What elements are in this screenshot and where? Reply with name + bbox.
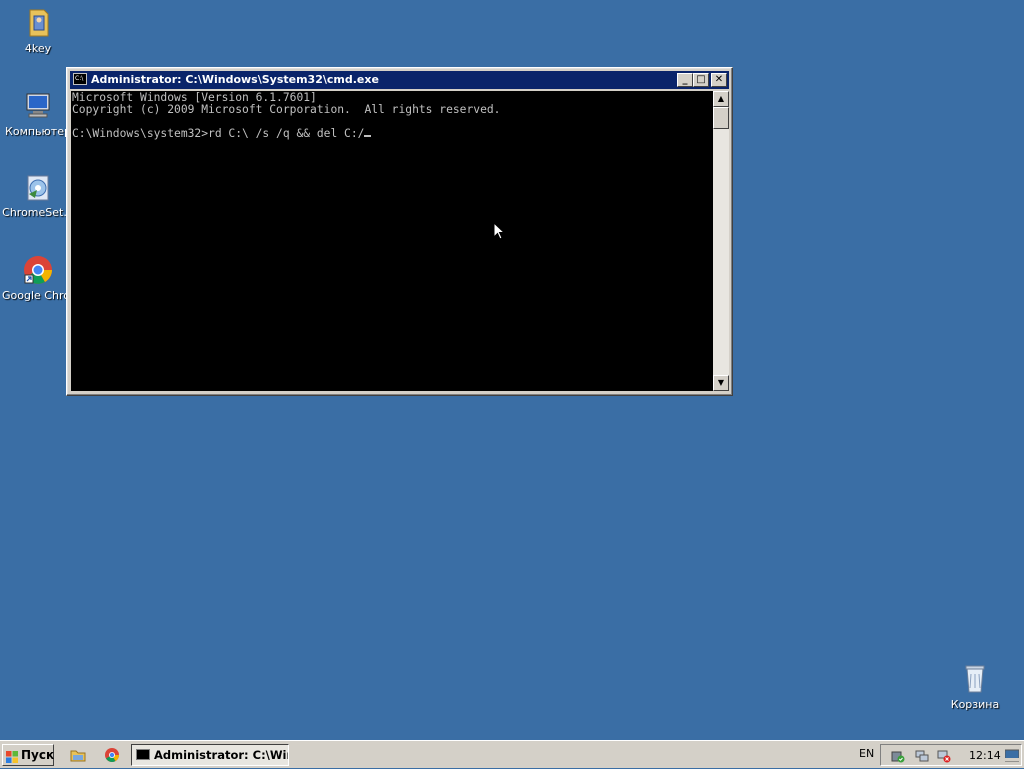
- scroll-down-button[interactable]: ▼: [713, 375, 729, 391]
- desktop-icon-computer[interactable]: Компьютер: [2, 89, 74, 138]
- windows-logo-icon: [6, 749, 18, 763]
- cmd-icon: C:\: [73, 73, 87, 85]
- maximize-button[interactable]: □: [693, 73, 709, 87]
- chrome-icon: [21, 253, 55, 287]
- vertical-scrollbar[interactable]: ▲ ▼: [713, 91, 729, 391]
- console-line: Copyright (c) 2009 Microsoft Corporation…: [72, 103, 501, 116]
- desktop-icon-google-chrome[interactable]: Google Chrome: [2, 253, 74, 302]
- computer-icon: [21, 89, 55, 123]
- scroll-thumb[interactable]: [713, 107, 729, 129]
- network-icon[interactable]: [915, 749, 929, 763]
- console-prompt-line[interactable]: C:\Windows\system32>rd C:\ /s /q && del …: [72, 128, 712, 140]
- close-button[interactable]: ✕: [711, 73, 727, 87]
- cmd-icon: [136, 749, 150, 760]
- explorer-quicklaunch-icon[interactable]: [70, 747, 86, 763]
- desktop-icon-label: Компьютер: [5, 125, 71, 138]
- desktop-icon-label: Google Chrome: [2, 289, 74, 302]
- show-desktop-icon[interactable]: [1004, 749, 1020, 763]
- security-shield-icon[interactable]: [891, 749, 905, 763]
- network-disconnected-icon[interactable]: [937, 749, 951, 763]
- desktop-icon-recycle-bin[interactable]: Корзина: [939, 662, 1011, 711]
- recycle-bin-icon: [958, 662, 992, 696]
- scroll-up-button[interactable]: ▲: [713, 91, 729, 107]
- console-command: C:\Windows\system32>rd C:\ /s /q && del …: [72, 127, 365, 140]
- taskbar-button-label: Administrator: C:\Win...: [154, 748, 288, 762]
- installer-icon: [21, 170, 55, 204]
- folder-icon: [21, 6, 55, 40]
- language-indicator[interactable]: EN: [859, 747, 874, 760]
- cmd-window[interactable]: C:\ Administrator: C:\Windows\System32\c…: [66, 67, 733, 396]
- chrome-quicklaunch-icon[interactable]: [104, 747, 120, 763]
- desktop-icon-label: ChromeSet...: [2, 206, 74, 219]
- start-button[interactable]: Пуск: [2, 744, 54, 766]
- console-output[interactable]: Microsoft Windows [Version 6.1.7601] Cop…: [71, 91, 713, 391]
- desktop-icon-label: 4key: [24, 42, 52, 55]
- clock[interactable]: 12:14: [969, 749, 1001, 762]
- minimize-button[interactable]: _: [677, 73, 693, 87]
- text-cursor: [364, 135, 372, 137]
- taskbar: Пуск Administrator: C:\Win... EN: [0, 740, 1024, 768]
- window-title: Administrator: C:\Windows\System32\cmd.e…: [91, 73, 379, 86]
- mouse-pointer-icon: [493, 221, 506, 242]
- start-label: Пуск: [21, 748, 55, 762]
- window-titlebar[interactable]: C:\ Administrator: C:\Windows\System32\c…: [70, 71, 729, 89]
- desktop-icon-chromesetup[interactable]: ChromeSet...: [2, 170, 74, 219]
- system-tray: 12:14: [880, 744, 1022, 766]
- desktop-icon-4key[interactable]: 4key: [2, 6, 74, 55]
- desktop-icon-label: Корзина: [950, 698, 1000, 711]
- taskbar-button-cmd[interactable]: Administrator: C:\Win...: [131, 744, 289, 766]
